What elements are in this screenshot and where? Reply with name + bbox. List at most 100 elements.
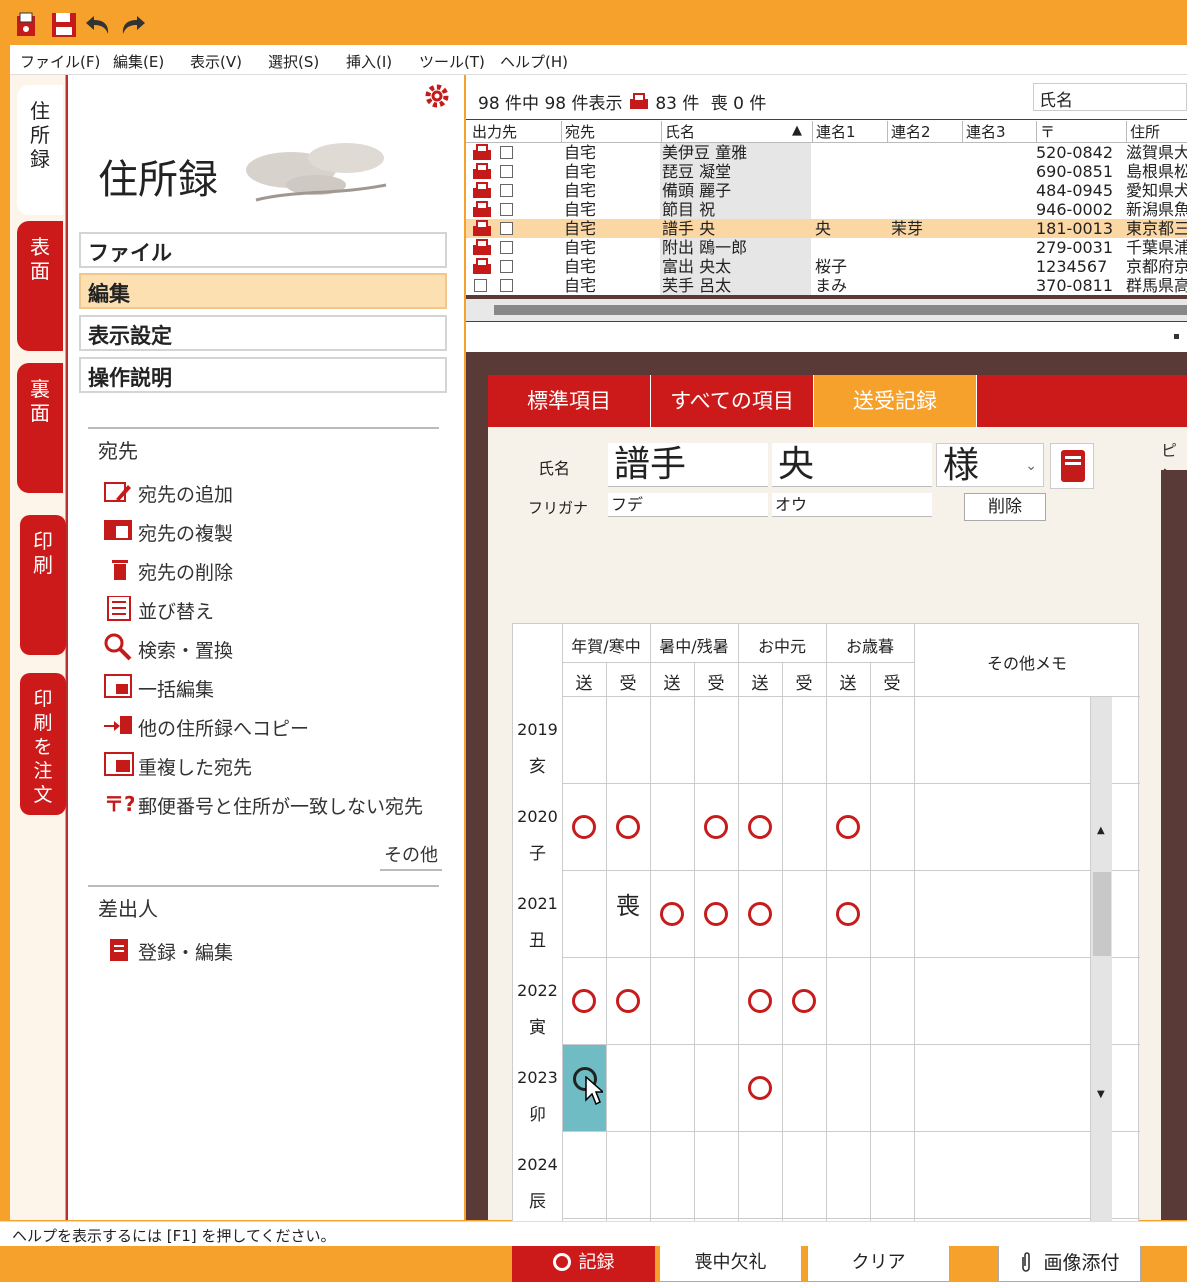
delete-button[interactable]: 削除 (964, 493, 1046, 521)
record-circle-mark[interactable] (748, 815, 772, 839)
col-name[interactable]: 氏名 (661, 121, 811, 143)
accordion-edit[interactable]: 編集 (79, 273, 447, 309)
address-book-icon-button[interactable] (1050, 443, 1094, 489)
action-add-destination[interactable]: 宛先の追加 (104, 477, 444, 507)
row-checkbox[interactable] (500, 203, 513, 216)
furigana-last-field[interactable]: フデ (608, 493, 768, 517)
grid-line (738, 624, 739, 1234)
tab-print[interactable]: 印刷 (20, 515, 66, 655)
row-name: 附出 鴎一郎 (660, 238, 811, 257)
horizontal-scrollbar[interactable] (466, 299, 1187, 321)
action-zip-mismatch[interactable]: 〒? 郵便番号と住所が一致しない宛先 (104, 789, 444, 819)
menu-insert[interactable]: 挿入(I) (346, 51, 392, 72)
record-circle-mark[interactable] (836, 815, 860, 839)
scrollbar-thumb[interactable] (1093, 872, 1111, 956)
table-row[interactable]: 自宅 附出 鴎一郎 279-0031 千葉県浦 (466, 238, 1187, 257)
tab-send-receive-record[interactable]: 送受記録 (814, 375, 977, 427)
col-zip[interactable]: 〒 (1036, 121, 1126, 143)
menu-view[interactable]: 表示(V) (190, 51, 242, 72)
row-checkbox[interactable] (500, 260, 513, 273)
menu-bar: ファイル(F) 編集(E) 表示(V) 選択(S) 挿入(I) ツール(T) ヘ… (10, 45, 1187, 75)
menu-edit[interactable]: 編集(E) (113, 51, 164, 72)
menu-file[interactable]: ファイル(F) (20, 51, 100, 72)
action-batch-edit[interactable]: 一括編集 (104, 672, 444, 702)
attach-image-button[interactable]: 画像添付 (998, 1244, 1141, 1282)
accordion-display-settings[interactable]: 表示設定 (79, 315, 447, 351)
col-co-name-3[interactable]: 連名3 (962, 121, 1036, 143)
table-row[interactable]: 自宅 美伊豆 童雅 520-0842 滋賀県大 (466, 143, 1187, 162)
row-co2: 茉芽 (891, 219, 924, 238)
table-row[interactable]: 自宅 琵豆 凝堂 690-0851 島根県松 (466, 162, 1187, 181)
record-circle-mark[interactable] (660, 902, 684, 926)
tab-standard-items[interactable]: 標準項目 (488, 375, 651, 427)
record-circle-mark[interactable] (572, 815, 596, 839)
row-checkbox[interactable] (500, 184, 513, 197)
mourning-mark[interactable]: 喪 (616, 886, 640, 921)
col-address[interactable]: 住所 (1126, 121, 1187, 143)
row-checkbox[interactable] (500, 279, 513, 292)
search-field-select[interactable]: 氏名 (1033, 83, 1187, 111)
row-checkbox[interactable] (500, 222, 513, 235)
accordion-file[interactable]: ファイル (79, 232, 447, 268)
save-icon[interactable] (50, 11, 78, 39)
col-output[interactable]: 出力先 (469, 121, 517, 143)
col-destination[interactable]: 宛先 (561, 121, 661, 143)
record-circle-mark[interactable] (748, 902, 772, 926)
tab-back[interactable]: 裏面 (17, 363, 63, 493)
year-label: 2019 (517, 720, 558, 739)
record-button[interactable]: 記録 (512, 1244, 655, 1282)
menu-tools[interactable]: ツール(T) (419, 51, 485, 72)
action-sort[interactable]: 並び替え (104, 594, 444, 624)
menu-help[interactable]: ヘルプ(H) (500, 51, 568, 72)
action-search-replace[interactable]: 検索・置換 (104, 633, 444, 663)
tab-all-items[interactable]: すべての項目 (651, 375, 814, 427)
gear-icon[interactable] (424, 83, 450, 109)
row-checkbox[interactable] (500, 146, 513, 159)
redo-icon[interactable] (117, 12, 147, 38)
action-duplicate-destination[interactable]: 宛先の複製 (104, 516, 444, 546)
more-link[interactable]: その他 (380, 841, 442, 871)
furigana-first-field[interactable]: オウ (772, 493, 932, 517)
record-circle-mark[interactable] (616, 815, 640, 839)
menu-select[interactable]: 選択(S) (268, 51, 319, 72)
row-print-checkbox[interactable] (474, 279, 487, 292)
action-sender-register[interactable]: 登録・編集 (104, 935, 444, 965)
record-circle-mark[interactable] (704, 902, 728, 926)
mourning-decline-button[interactable]: 喪中欠礼 (659, 1244, 802, 1282)
row-name: 富出 央太 (660, 257, 811, 276)
col-co-name-1[interactable]: 連名1 (812, 121, 887, 143)
honorific-select[interactable]: 様 ⌄ (936, 443, 1044, 487)
table-row[interactable]: 自宅 芙手 呂太 まみ 370-0811 群馬県高 (466, 276, 1187, 295)
vertical-scrollbar[interactable]: ▲ ▼ (1090, 697, 1112, 1233)
last-name-field[interactable]: 譜手 (608, 443, 768, 487)
action-copy-to-other-book[interactable]: 他の住所録へコピー (104, 711, 444, 741)
record-circle-mark[interactable] (616, 989, 640, 1013)
scrollbar-thumb[interactable] (494, 305, 1187, 315)
record-circle-mark[interactable] (572, 989, 596, 1013)
row-checkbox[interactable] (500, 241, 513, 254)
tab-address-book[interactable]: 住所録 (17, 85, 63, 215)
clear-button[interactable]: クリア (807, 1244, 950, 1282)
record-circle-mark[interactable] (836, 902, 860, 926)
accordion-manual[interactable]: 操作説明 (79, 357, 447, 393)
splitter[interactable] (466, 322, 1187, 352)
table-row[interactable]: 自宅 備頭 麗子 484-0945 愛知県犬 (466, 181, 1187, 200)
table-row-selected[interactable]: 自宅 譜手 央 央 茉芽 181-0013 東京都三 (466, 219, 1187, 238)
scroll-down-arrow-icon[interactable]: ▼ (1097, 1089, 1105, 1100)
undo-icon[interactable] (84, 12, 114, 38)
tab-front[interactable]: 表面 (17, 221, 63, 351)
tab-order-print[interactable]: 印刷を注文 (20, 673, 66, 815)
action-duplicate-entries[interactable]: 重複した宛先 (104, 750, 444, 780)
table-row[interactable]: 自宅 富出 央太 桜子 1234567 京都府京 (466, 257, 1187, 276)
first-name-field[interactable]: 央 (772, 443, 932, 487)
scroll-up-arrow-icon[interactable]: ▲ (1097, 825, 1105, 836)
record-circle-mark[interactable] (792, 989, 816, 1013)
row-checkbox[interactable] (500, 165, 513, 178)
table-row[interactable]: 自宅 節目 祝 946-0002 新潟県魚 (466, 200, 1187, 219)
record-circle-mark[interactable] (748, 989, 772, 1013)
svg-text:〒?: 〒? (104, 793, 134, 815)
record-circle-mark[interactable] (704, 815, 728, 839)
col-co-name-2[interactable]: 連名2 (887, 121, 962, 143)
record-circle-mark[interactable] (748, 1076, 772, 1100)
action-delete-destination[interactable]: 宛先の削除 (104, 555, 444, 585)
